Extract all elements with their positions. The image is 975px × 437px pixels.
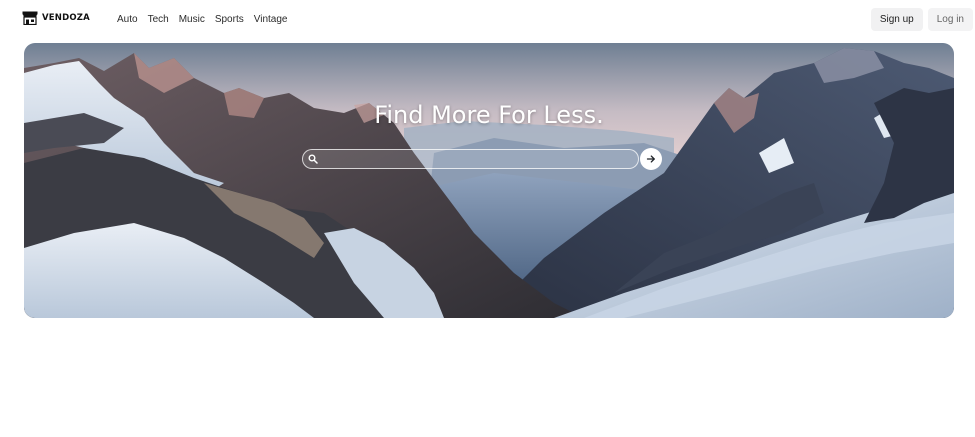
storefront-icon — [22, 11, 38, 25]
search-input[interactable] — [302, 149, 639, 169]
arrow-right-icon — [646, 155, 655, 163]
hero-banner: Find More For Less. — [24, 43, 954, 318]
log-in-button[interactable]: Log in — [927, 8, 973, 31]
search-submit-button[interactable] — [640, 148, 662, 170]
nav-link-vintage[interactable]: Vintage — [254, 14, 288, 25]
nav-link-auto[interactable]: Auto — [117, 14, 138, 25]
brand-logo[interactable]: VENDOZA — [22, 11, 90, 25]
hero-search — [302, 148, 662, 170]
auth-buttons: Sign up Log in — [870, 8, 973, 31]
category-nav: Auto Tech Music Sports Vintage — [117, 14, 287, 25]
top-navbar: VENDOZA Auto Tech Music Sports Vintage S… — [0, 0, 975, 40]
nav-link-music[interactable]: Music — [179, 14, 205, 25]
brand-name: VENDOZA — [42, 13, 90, 23]
sign-up-button[interactable]: Sign up — [870, 8, 923, 31]
mountain-landscape-image — [24, 43, 954, 318]
nav-link-tech[interactable]: Tech — [148, 14, 169, 25]
nav-link-sports[interactable]: Sports — [215, 14, 244, 25]
hero-title: Find More For Less. — [374, 101, 604, 129]
